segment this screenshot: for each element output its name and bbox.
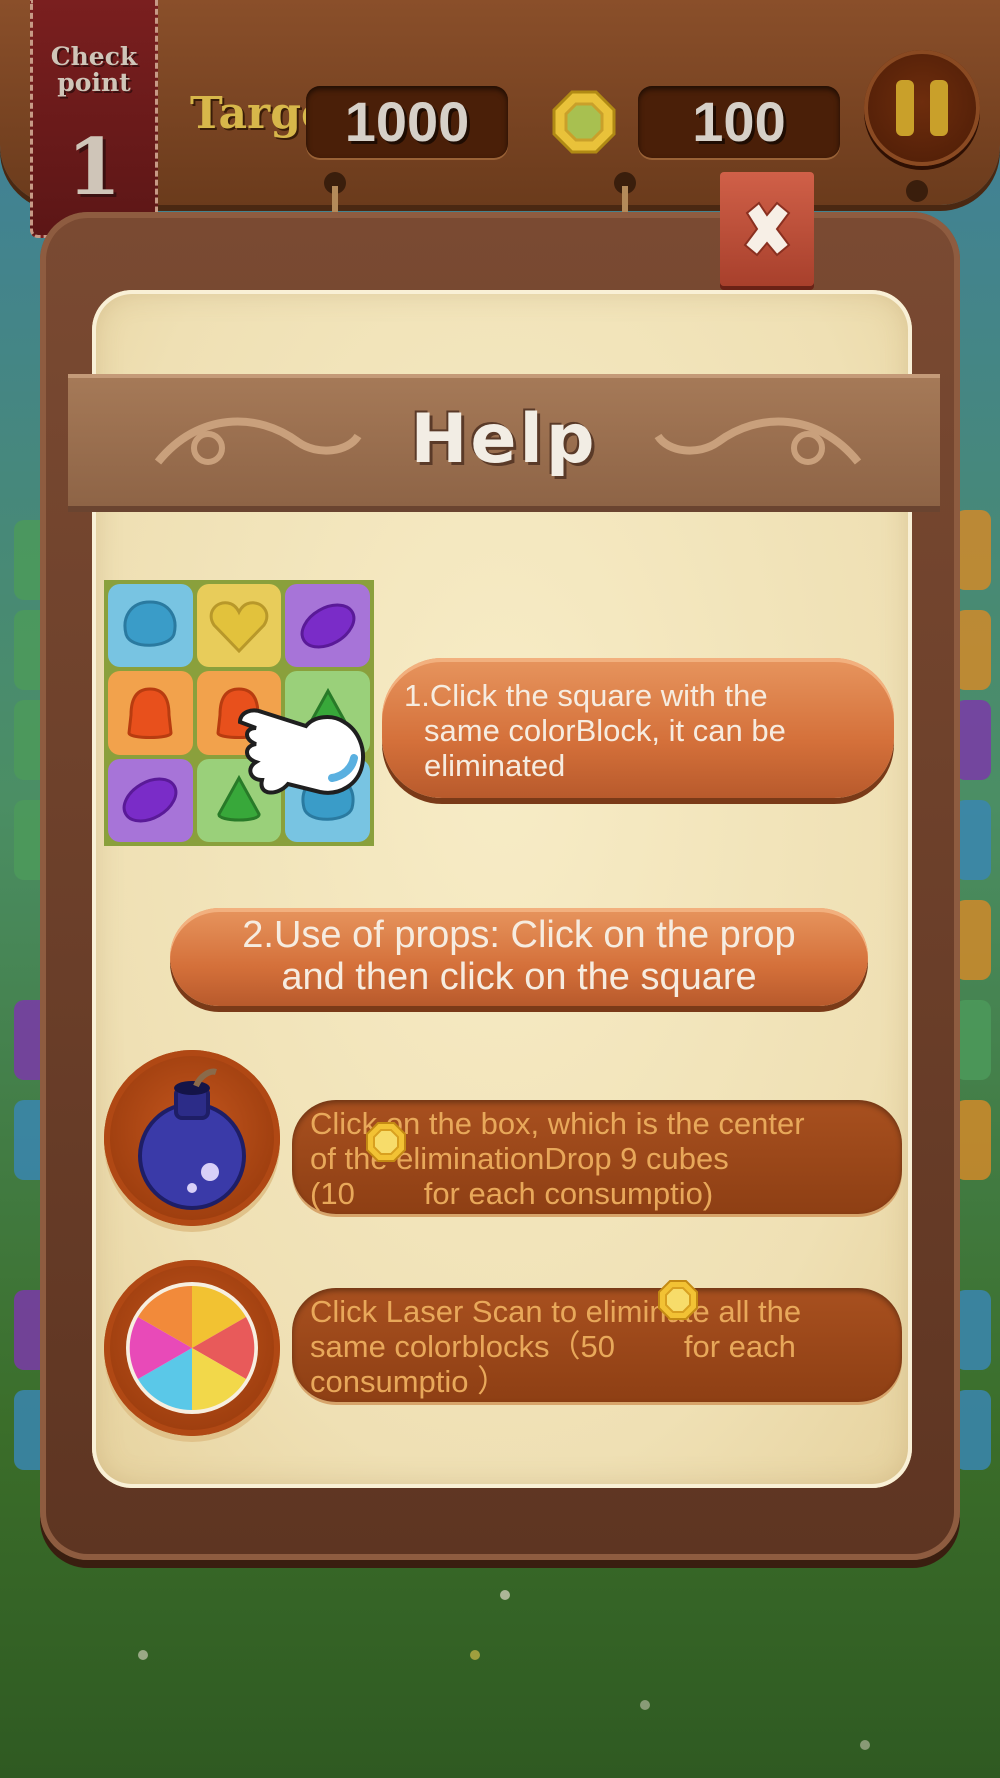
pointing-hand-icon: [237, 708, 365, 795]
step2-plank: 2.Use of props: Click on the prop and th…: [170, 908, 868, 1006]
coin-icon: [658, 1280, 698, 1320]
coin-icon: [552, 90, 616, 154]
pause-button[interactable]: [864, 50, 980, 166]
laser-prop-button[interactable]: [104, 1260, 280, 1436]
step1-line2: same colorBlock, it can be: [424, 713, 786, 748]
tile-yellow: [196, 584, 282, 668]
bomb-desc-line3: (10 for each consumptio): [310, 1176, 714, 1211]
checkpoint-number: 1: [66, 122, 122, 213]
close-button[interactable]: [720, 172, 814, 286]
step2-line1: 2.Use of props: Click on the prop: [242, 914, 796, 956]
tile-blue: [108, 584, 193, 668]
bomb-prop-button[interactable]: [104, 1050, 280, 1226]
bomb-icon: [138, 1068, 246, 1210]
tile-purple: [285, 584, 370, 668]
tile-orange: [108, 671, 193, 755]
step1-line3: eliminated: [424, 748, 566, 783]
target-value: 1000: [306, 86, 508, 158]
step1-line1: 1.Click the square with the: [404, 678, 768, 713]
step1-plank: 1.Click the square with the same colorBl…: [382, 658, 894, 798]
background-board-right: [955, 510, 991, 1480]
laser-description: Click Laser Scan to eliminate all the sa…: [292, 1288, 902, 1402]
laser-desc-line1: Click Laser Scan to eliminate all the: [310, 1294, 802, 1329]
color-wheel-icon: [126, 1282, 258, 1414]
laser-desc-line3: consumptio ）: [310, 1364, 509, 1399]
coins-value: 100: [638, 86, 840, 158]
step2-line2: and then click on the square: [281, 956, 757, 998]
close-icon: [743, 201, 791, 257]
laser-desc-line2: same colorblocks（50 for each: [310, 1329, 796, 1364]
help-title: Help: [410, 400, 598, 479]
pause-icon: [896, 80, 914, 136]
coin-icon: [366, 1122, 406, 1162]
checkpoint-label: Check point: [50, 42, 138, 97]
tile-purple: [108, 758, 193, 842]
background-board-left: [0, 510, 50, 1480]
